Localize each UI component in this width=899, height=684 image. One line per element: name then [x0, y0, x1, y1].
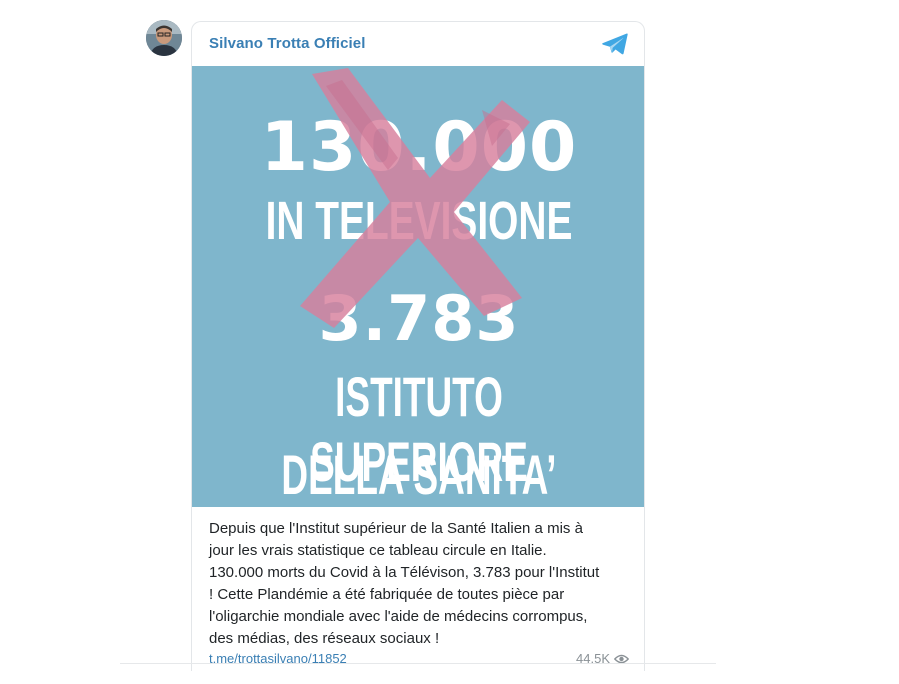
- channel-avatar[interactable]: [146, 20, 182, 56]
- post-footer: t.me/trottasilvano/11852 44.5K: [209, 650, 629, 668]
- caption-line: des médias, des réseaux sociaux !: [209, 630, 440, 647]
- channel-name[interactable]: Silvano Trotta Officiel: [209, 35, 366, 52]
- post-card: Silvano Trotta Officiel 130.000 IN TELEV…: [191, 21, 645, 671]
- telegram-icon[interactable]: [601, 32, 629, 56]
- caption-line: 130.000 morts du Covid à la Télévison, 3…: [209, 564, 600, 581]
- avatar-photo-icon: [146, 20, 182, 56]
- post-image[interactable]: 130.000 IN TELEVISIONE 3.783 ISTITUTO SU…: [192, 66, 644, 507]
- image-number-institute: 3.783: [318, 282, 520, 355]
- caption-line: jour les vrais statistique ce tableau ci…: [209, 542, 547, 559]
- image-label-television: IN TELEVISIONE: [265, 191, 573, 251]
- telegram-post-page: Silvano Trotta Officiel 130.000 IN TELEV…: [0, 0, 899, 684]
- image-label-institute-line2: DELLA SANITA’: [281, 443, 557, 506]
- caption-line: l'oligarchie mondiale avec l'aide de méd…: [209, 608, 588, 625]
- caption-line: ! Cette Plandémie a été fabriquée de tou…: [209, 586, 565, 603]
- bottom-divider: [120, 663, 716, 664]
- caption-line: Depuis que l'Institut supérieur de la Sa…: [209, 520, 583, 537]
- post-header: Silvano Trotta Officiel: [192, 22, 644, 66]
- post-caption: Depuis que l'Institut supérieur de la Sa…: [209, 518, 634, 650]
- eye-icon: [614, 654, 629, 663]
- image-number-television: 130.000: [260, 108, 578, 187]
